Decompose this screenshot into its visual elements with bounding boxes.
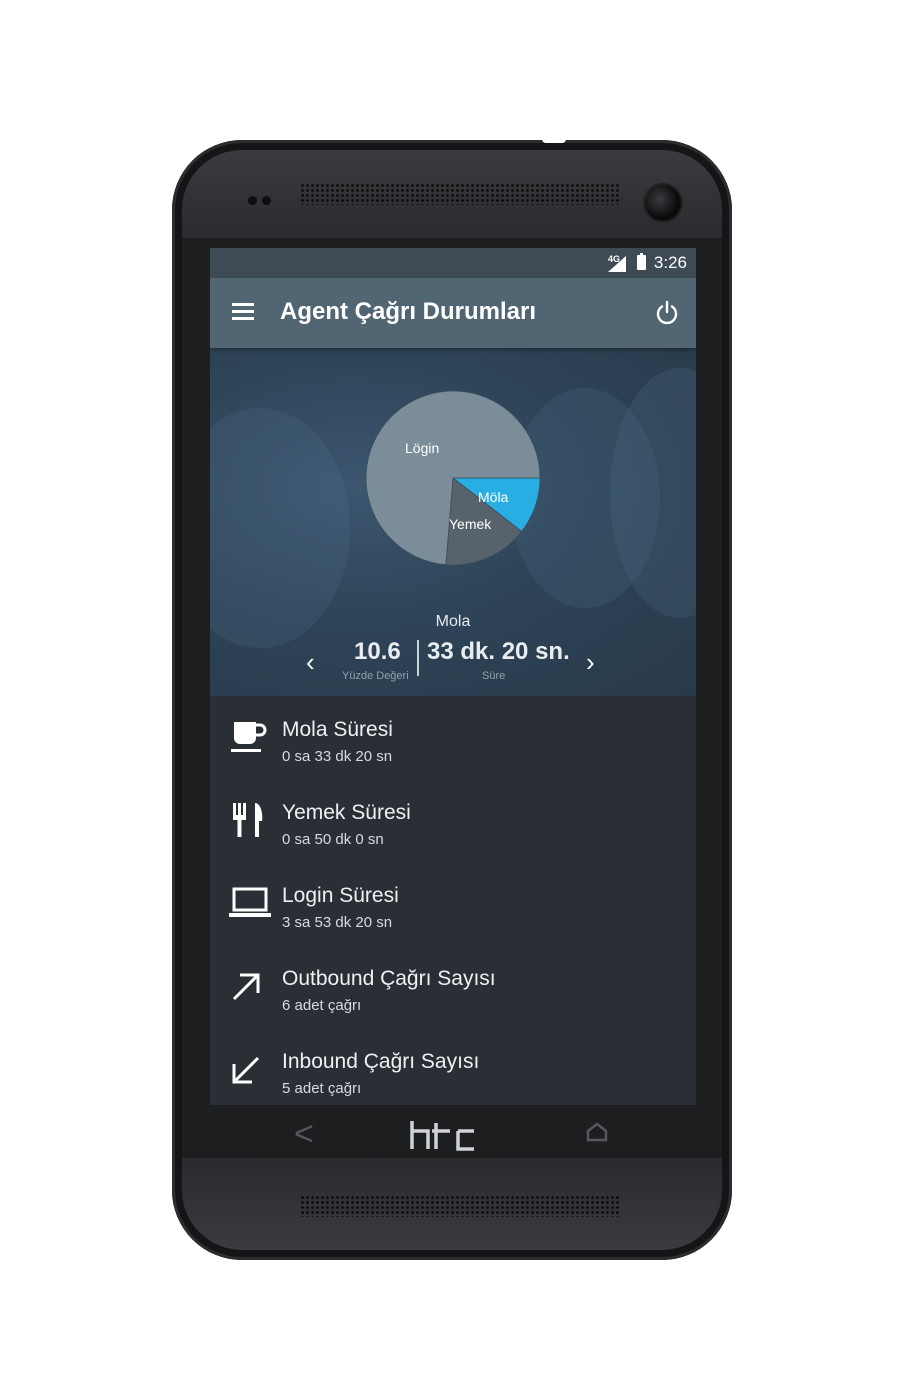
back-button-icon[interactable]: < <box>294 1115 314 1154</box>
fork-knife-icon <box>233 803 263 837</box>
status-bar: 4G 3:26 <box>210 248 696 278</box>
light-sensor <box>262 196 271 205</box>
duration-label: Süre <box>482 670 506 682</box>
phone-frame: 4G 3:26 Agent Çağrı Durumları Lögin Möla… <box>172 138 732 1260</box>
phone-notch <box>542 138 566 143</box>
power-icon[interactable] <box>654 300 680 326</box>
signal-icon <box>608 256 626 272</box>
list-item-mola[interactable]: Mola Süresi 0 sa 33 dk 20 sn <box>210 696 696 779</box>
screen: 4G 3:26 Agent Çağrı Durumları Lögin Möla… <box>210 248 696 1105</box>
hero-panel: Lögin Möla Yemek Mola ‹ 10.6 Yüzde Değer… <box>210 348 696 696</box>
battery-icon <box>637 253 646 270</box>
top-speaker-grill <box>300 183 620 205</box>
htc-logo <box>410 1121 474 1151</box>
duration-value: 33 dk. 20 sn. <box>427 638 570 665</box>
hamburger-menu-icon[interactable] <box>232 303 254 321</box>
list-item-title: Outbound Çağrı Sayısı <box>282 967 496 990</box>
front-camera <box>645 185 681 221</box>
pie-label-login: Lögin <box>405 440 440 456</box>
list-item-subtitle: 0 sa 50 dk 0 sn <box>282 831 384 848</box>
percent-value: 10.6 <box>354 638 401 665</box>
percent-label: Yüzde Değeri <box>342 670 409 682</box>
arrow-outbound-icon <box>232 973 260 1001</box>
pie-label-mola: Möla <box>478 489 509 505</box>
chevron-left-icon[interactable]: ‹ <box>306 647 315 678</box>
proximity-sensor <box>248 196 257 205</box>
chevron-right-icon[interactable]: › <box>586 647 595 678</box>
list-item-yemek[interactable]: Yemek Süresi 0 sa 50 dk 0 sn <box>210 779 696 862</box>
list-item-title: Inbound Çağrı Sayısı <box>282 1050 480 1073</box>
list-item-subtitle: 0 sa 33 dk 20 sn <box>282 748 393 765</box>
bottom-speaker-grill <box>300 1195 620 1217</box>
list-item-login[interactable]: Login Süresi 3 sa 53 dk 20 sn <box>210 862 696 945</box>
list-item-inbound[interactable]: Inbound Çağrı Sayısı 5 adet çağrı <box>210 1028 696 1105</box>
laptop-icon <box>229 887 271 917</box>
list-item-subtitle: 3 sa 53 dk 20 sn <box>282 914 393 931</box>
coffee-cup-icon <box>231 722 267 752</box>
list-item-title: Mola Süresi <box>282 718 393 741</box>
arrow-inbound-icon <box>232 1056 260 1084</box>
pie-label-yemek: Yemek <box>449 516 492 532</box>
status-time: 3:26 <box>653 253 687 272</box>
app-bar: Agent Çağrı Durumları <box>210 278 696 348</box>
app-title: Agent Çağrı Durumları <box>280 298 537 325</box>
list-item-subtitle: 6 adet çağrı <box>282 997 362 1014</box>
selected-segment-caption: Mola <box>435 613 471 630</box>
home-button-icon[interactable] <box>586 1122 608 1142</box>
list-item-subtitle: 5 adet çağrı <box>282 1080 362 1097</box>
list-item-title: Login Süresi <box>282 884 399 907</box>
pie-chart[interactable] <box>210 368 696 608</box>
list-item-outbound[interactable]: Outbound Çağrı Sayısı 6 adet çağrı <box>210 945 696 1028</box>
stat-divider <box>417 640 419 676</box>
list-item-title: Yemek Süresi <box>282 801 411 824</box>
